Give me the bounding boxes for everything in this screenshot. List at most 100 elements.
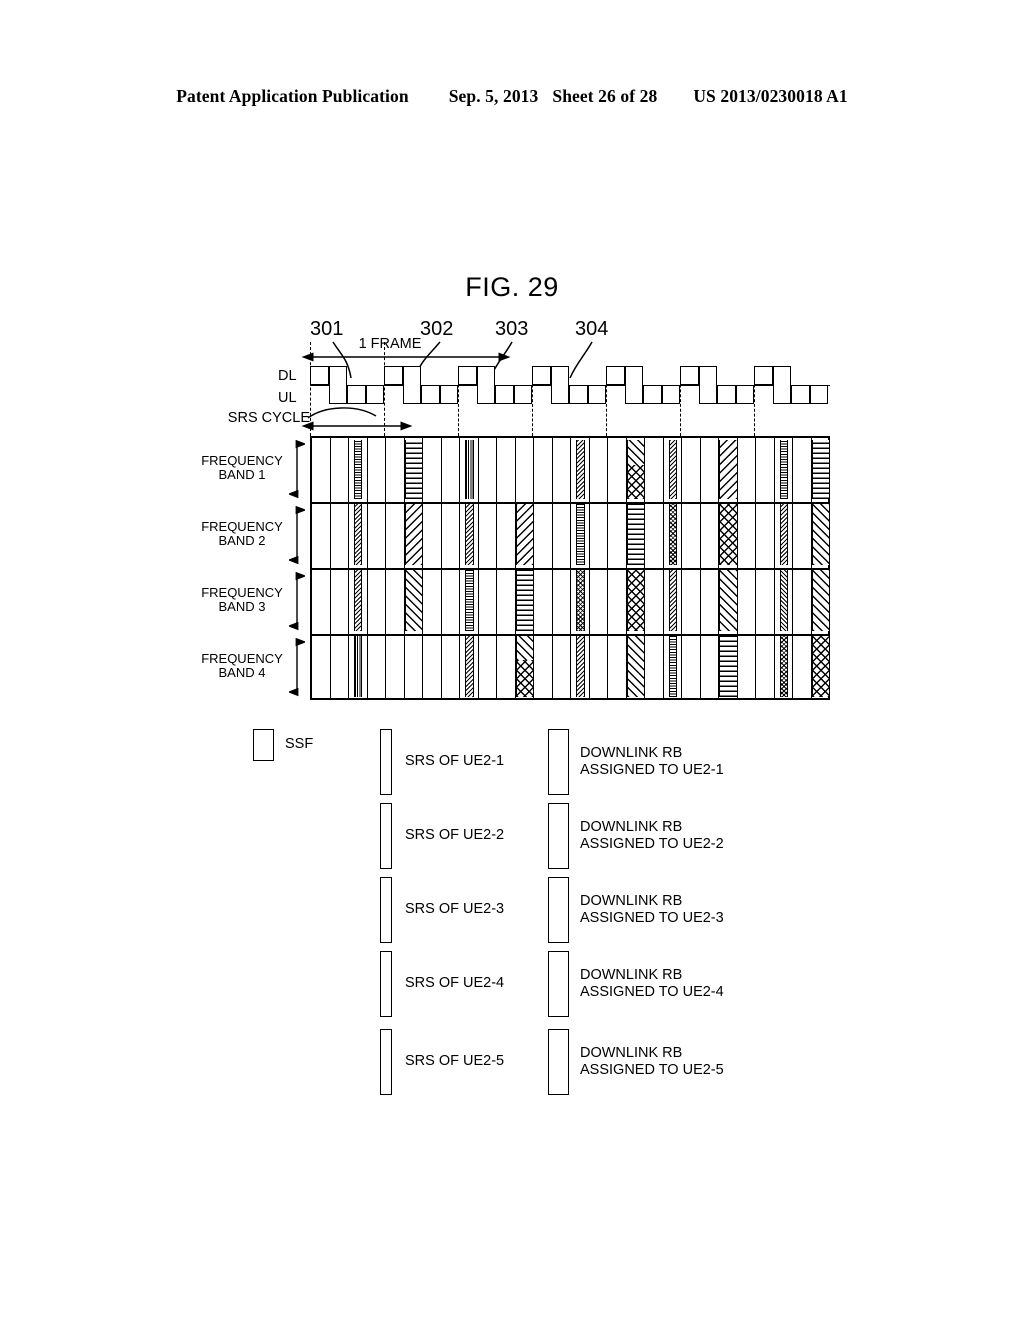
legend-swatch-srs-ue2-2 xyxy=(380,803,392,869)
timeline-cell-ul xyxy=(661,385,680,404)
legend-label-downlink-ue2-5: DOWNLINK RB ASSIGNED TO UE2-5 xyxy=(580,1045,724,1078)
srs-cycle-arrow xyxy=(301,407,413,431)
grid-cell-fill xyxy=(811,570,830,631)
frequency-band-extent-arrow-1 xyxy=(289,439,305,499)
timeline-cell-ul xyxy=(365,385,384,404)
timeline-cell-ul xyxy=(513,385,532,404)
figure-29-drawing: 301 302 303 304 1 FRAME DL UL SRS CYCLE xyxy=(0,0,1024,1320)
grid-cell-fill xyxy=(668,570,677,631)
legend-swatch-downlink-ue2-2 xyxy=(548,803,569,869)
dashed-guide-line xyxy=(310,342,311,436)
dashed-guide-line xyxy=(606,370,607,436)
dashed-guide-line xyxy=(754,370,755,436)
grid-cell-fill xyxy=(465,440,474,499)
frequency-band-extent-arrow-4 xyxy=(289,637,305,697)
grid-cell-fill xyxy=(779,440,788,499)
grid-cell-fill xyxy=(576,440,585,499)
grid-cell-fill xyxy=(779,636,788,697)
grid-cell-fill xyxy=(626,570,645,631)
legend-swatch-downlink-ue2-3 xyxy=(548,877,569,943)
timeline-cell-ul xyxy=(791,385,810,404)
dl-ul-timeline xyxy=(310,366,830,406)
frequency-band-label-4: FREQUENCY BAND 4 xyxy=(201,651,283,680)
timeline-cell-ul xyxy=(717,385,736,404)
grid-cell-fill xyxy=(626,464,645,499)
grid-cell-fill xyxy=(465,636,474,697)
timeline-cell-ul xyxy=(809,385,828,404)
frequency-band-label-1: FREQUENCY BAND 1 xyxy=(201,453,283,482)
timeline-cell-ul xyxy=(735,385,754,404)
legend-label-downlink-ue2-4: DOWNLINK RB ASSIGNED TO UE2-4 xyxy=(580,967,724,1000)
ul-row-label: UL xyxy=(278,390,297,406)
legend-swatch-srs-ue2-4 xyxy=(380,951,392,1017)
frequency-band-extent-arrow-2 xyxy=(289,505,305,565)
grid-cell-fill xyxy=(779,570,788,631)
frequency-band-extent-arrow-3 xyxy=(289,571,305,631)
grid-cell-fill xyxy=(668,440,677,499)
legend-label-srs-ue2-2: SRS OF UE2-2 xyxy=(405,827,505,843)
legend-swatch-downlink-ue2-5 xyxy=(548,1029,569,1095)
timeline-cell-ssf xyxy=(698,366,717,404)
legend-swatch-srs-ue2-5 xyxy=(380,1029,392,1095)
timeline-cell-dl xyxy=(532,366,551,385)
grid-cell-fill xyxy=(811,440,830,499)
legend-label-srs-ue2-3: SRS OF UE2-3 xyxy=(405,901,505,917)
grid-cell-fill xyxy=(719,440,738,499)
timeline-cell-ul xyxy=(569,385,588,404)
legend-label-downlink-ue2-1: DOWNLINK RB ASSIGNED TO UE2-1 xyxy=(580,745,724,778)
grid-cell-fill xyxy=(779,504,788,565)
grid-cell-fill xyxy=(719,570,738,631)
grid-cell-fill xyxy=(515,570,534,631)
grid-cell-fill xyxy=(811,504,830,565)
timeline-cell-dl xyxy=(606,366,625,385)
timeline-cell-ssf xyxy=(402,366,421,404)
timeline-cell-ul xyxy=(643,385,662,404)
timeline-cell-ul xyxy=(495,385,514,404)
grid-cell-fill xyxy=(668,504,677,565)
legend-swatch-srs-ue2-1 xyxy=(380,729,392,795)
grid-cell-fill xyxy=(626,504,645,565)
grid-cell-fill xyxy=(719,504,738,565)
grid-cell-fill xyxy=(576,636,585,697)
grid-cell-fill xyxy=(719,636,738,697)
grid-cell-fill xyxy=(668,636,677,697)
timeline-cell-ssf xyxy=(772,366,791,404)
frame-dimension-arrow xyxy=(301,352,511,362)
frequency-band-label-3: FREQUENCY BAND 3 xyxy=(201,585,283,614)
grid-cell-fill xyxy=(626,636,645,697)
frequency-band-label-2: FREQUENCY BAND 2 xyxy=(201,519,283,548)
timeline-cell-ssf xyxy=(328,366,347,404)
srs-cycle-label: SRS CYCLE xyxy=(227,410,310,426)
legend-swatch-srs-ue2-3 xyxy=(380,877,392,943)
timeline-cell-ul xyxy=(587,385,606,404)
band-divider-1 xyxy=(312,502,828,504)
timeline-cell-ssf xyxy=(476,366,495,404)
timeline-cell-ul xyxy=(421,385,440,404)
timeline-cell-ssf xyxy=(624,366,643,404)
legend-label-srs-ue2-5: SRS OF UE2-5 xyxy=(405,1053,505,1069)
legend-label-downlink-ue2-3: DOWNLINK RB ASSIGNED TO UE2-3 xyxy=(580,893,724,926)
legend-swatch-downlink-ue2-4 xyxy=(548,951,569,1017)
dashed-guide-line xyxy=(458,370,459,436)
legend-swatch-ssf xyxy=(253,729,274,761)
grid-cell-fill xyxy=(404,570,423,631)
grid-cell-fill xyxy=(404,504,423,565)
dashed-guide-line xyxy=(680,370,681,436)
grid-cell-fill xyxy=(811,636,830,697)
band-divider-3 xyxy=(312,634,828,636)
grid-cell-fill xyxy=(515,636,534,661)
grid-cell-fill xyxy=(404,440,423,499)
grid-cell-fill xyxy=(353,636,363,697)
timeline-cell-ssf xyxy=(550,366,569,404)
grid-cell-fill xyxy=(353,440,363,499)
grid-cell-fill xyxy=(626,440,645,465)
timeline-cell-ul xyxy=(439,385,458,404)
grid-cell-fill xyxy=(353,504,363,565)
frequency-time-grid xyxy=(310,436,830,700)
dl-row-label: DL xyxy=(278,368,297,384)
timeline-cell-dl xyxy=(754,366,773,385)
legend-label-srs-ue2-4: SRS OF UE2-4 xyxy=(405,975,505,991)
timeline-cell-dl xyxy=(384,366,403,385)
timeline-cell-dl xyxy=(458,366,477,385)
legend-swatch-downlink-ue2-1 xyxy=(548,729,569,795)
